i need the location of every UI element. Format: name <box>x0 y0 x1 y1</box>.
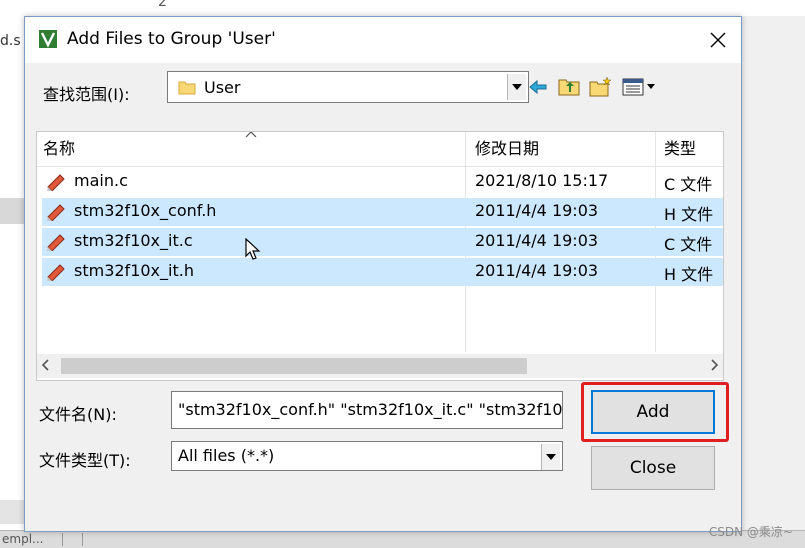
background-stripe <box>0 198 24 224</box>
dialog-title: Add Files to Group 'User' <box>67 29 276 49</box>
folder-icon <box>178 81 196 95</box>
column-header-name[interactable]: 名称 <box>43 132 75 166</box>
file-name-value: "stm32f10x_conf.h" "stm32f10x_it.c" "stm… <box>178 400 563 419</box>
file-modified: 2011/4/4 19:03 <box>475 201 599 220</box>
file-name: stm32f10x_it.h <box>74 261 194 280</box>
file-name: main.c <box>74 171 128 190</box>
background-status-text: empl... <box>2 532 44 546</box>
sort-ascending-icon <box>245 132 257 138</box>
file-type: C 文件 <box>664 235 713 254</box>
column-header-type[interactable]: 类型 <box>664 132 696 166</box>
file-type: H 文件 <box>664 205 714 224</box>
background-file-fragment: d.s <box>0 33 21 49</box>
up-folder-icon[interactable] <box>556 75 584 99</box>
close-button[interactable]: Close <box>591 446 715 490</box>
look-in-value: User <box>204 78 241 97</box>
file-name-input[interactable]: "stm32f10x_conf.h" "stm32f10x_it.c" "stm… <box>171 391 563 429</box>
look-in-label: 查找范围(I): <box>43 85 130 104</box>
view-menu-icon[interactable] <box>620 75 660 99</box>
scroll-left-icon[interactable] <box>41 359 49 371</box>
file-list[interactable]: 名称 修改日期 类型 main.c 2021/8/10 15:17 C 文件 s… <box>36 131 724 381</box>
scrollbar-thumb[interactable] <box>61 358 527 374</box>
status-separator <box>82 533 83 546</box>
add-button[interactable]: Add <box>591 390 715 434</box>
h-file-icon <box>47 264 65 281</box>
file-type-value: All files (*.*) <box>178 446 275 465</box>
c-file-icon <box>47 234 65 251</box>
background-line-number: 2 <box>158 0 167 10</box>
file-modified: 2011/4/4 19:03 <box>475 231 599 250</box>
background-stripe <box>0 500 24 524</box>
list-header: 名称 修改日期 类型 <box>37 132 723 167</box>
file-row-main-c[interactable]: main.c 2021/8/10 15:17 C 文件 <box>42 168 723 196</box>
add-files-dialog: Add Files to Group 'User' 查找范围(I): User … <box>24 16 742 532</box>
file-name-label: 文件名(N): <box>39 405 117 424</box>
title-bar: Add Files to Group 'User' <box>25 17 741 63</box>
background-statusbar: empl... <box>0 530 805 548</box>
mouse-cursor-icon <box>245 238 261 260</box>
scroll-right-icon[interactable] <box>711 359 719 371</box>
background-editor-left: d.s <box>0 0 24 547</box>
file-name: stm32f10x_it.c <box>74 231 193 250</box>
chevron-down-icon[interactable] <box>507 74 526 100</box>
file-type: C 文件 <box>664 175 713 194</box>
c-file-icon <box>47 174 65 191</box>
status-separator <box>62 533 63 546</box>
file-row-stm32f10x-it-h[interactable]: stm32f10x_it.h 2011/4/4 19:03 H 文件 <box>42 258 723 286</box>
keil-uvision-icon <box>39 30 57 48</box>
look-in-dropdown[interactable]: User <box>167 71 529 103</box>
file-name: stm32f10x_conf.h <box>74 201 217 220</box>
back-arrow-icon[interactable] <box>525 75 553 99</box>
h-file-icon <box>47 204 65 221</box>
file-modified: 2011/4/4 19:03 <box>475 261 599 280</box>
file-type: H 文件 <box>664 265 714 284</box>
horizontal-scrollbar[interactable] <box>37 354 723 378</box>
file-modified: 2021/8/10 15:17 <box>475 171 609 190</box>
background-editor-top: 2 <box>0 0 805 16</box>
new-folder-icon[interactable] <box>587 75 615 99</box>
file-row-stm32f10x-conf-h[interactable]: stm32f10x_conf.h 2011/4/4 19:03 H 文件 <box>42 198 723 226</box>
column-header-modified[interactable]: 修改日期 <box>475 132 539 166</box>
file-row-stm32f10x-it-c[interactable]: stm32f10x_it.c 2011/4/4 19:03 C 文件 <box>42 228 723 256</box>
file-type-label: 文件类型(T): <box>39 451 131 470</box>
file-type-dropdown[interactable]: All files (*.*) <box>171 441 563 471</box>
chevron-down-icon[interactable] <box>541 444 560 470</box>
close-icon[interactable] <box>701 23 735 57</box>
watermark: CSDN @乘凉~ <box>708 525 793 539</box>
